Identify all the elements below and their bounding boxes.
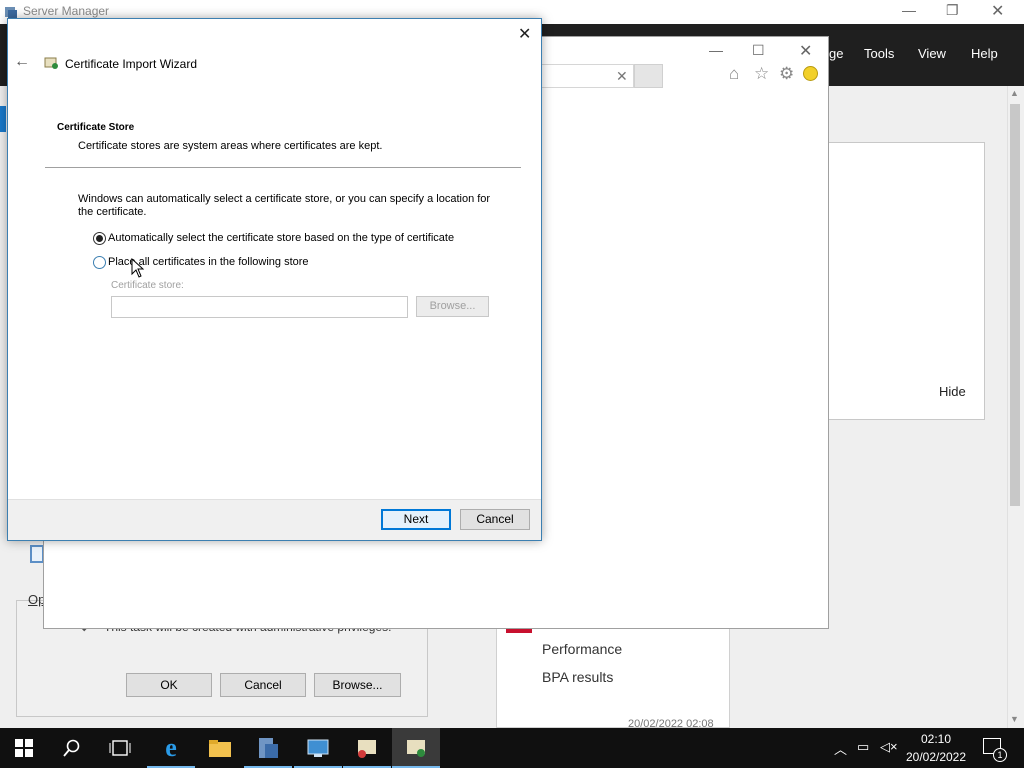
- certificate-import-wizard: [7, 18, 542, 541]
- tab-close-icon[interactable]: ✕: [616, 68, 628, 85]
- ok-button[interactable]: OK: [126, 673, 212, 697]
- home-icon[interactable]: ⌂: [729, 64, 739, 84]
- remote-desktop-icon[interactable]: [294, 728, 342, 768]
- section-heading: Certificate Store: [57, 122, 135, 133]
- task-view-icon[interactable]: [96, 728, 144, 768]
- tile-item-bpa-results[interactable]: BPA results: [542, 669, 613, 685]
- mouse-cursor-icon: [131, 258, 144, 278]
- radio-selected-dot: [96, 235, 103, 242]
- browse-button: Browse...: [416, 296, 489, 317]
- favorites-star-icon[interactable]: ☆: [754, 64, 769, 84]
- file-explorer-icon[interactable]: [196, 728, 244, 768]
- back-arrow-icon[interactable]: ←: [14, 53, 30, 71]
- ie-close-button[interactable]: ✕: [799, 41, 812, 61]
- new-tab-button[interactable]: [634, 64, 663, 88]
- certificate-tool-icon[interactable]: [343, 728, 391, 768]
- certificate-icon: [44, 57, 58, 69]
- sm-restore-button[interactable]: ❐: [946, 2, 959, 19]
- certificate-import-icon[interactable]: [392, 728, 440, 768]
- clock-date[interactable]: 20/02/2022: [900, 750, 972, 764]
- scroll-down-icon[interactable]: ▼: [1010, 714, 1019, 724]
- certificate-store-field: [111, 296, 408, 318]
- certificate-store-label: Certificate store:: [111, 280, 184, 291]
- server-manager-icon: [5, 7, 17, 18]
- radio-auto-select-label[interactable]: Automatically select the certificate sto…: [108, 232, 454, 244]
- task-cancel-button[interactable]: Cancel: [220, 673, 306, 697]
- volume-muted-icon[interactable]: ◁×: [880, 739, 898, 755]
- sm-scroll-thumb[interactable]: [1010, 104, 1020, 506]
- tile-item-performance[interactable]: Performance: [542, 641, 622, 657]
- server-manager-title: Server Manager: [23, 4, 110, 18]
- search-icon[interactable]: [48, 728, 96, 768]
- task-icon: [30, 545, 44, 563]
- sidebar-selected-indicator: [0, 106, 6, 132]
- intro-text: Windows can automatically select a certi…: [78, 193, 491, 218]
- start-icon[interactable]: [0, 728, 48, 768]
- wizard-close-button[interactable]: ✕: [518, 24, 531, 44]
- server-manager-icon[interactable]: [244, 728, 292, 768]
- hide-link[interactable]: Hide: [939, 384, 966, 399]
- network-icon[interactable]: ▭: [857, 739, 869, 755]
- sm-close-button[interactable]: ✕: [991, 1, 1004, 21]
- show-hidden-icons-chevron-icon[interactable]: ︿: [834, 739, 847, 758]
- clock-time[interactable]: 02:10: [906, 732, 966, 746]
- wizard-title: Certificate Import Wizard: [65, 57, 198, 71]
- radio-place-in-store[interactable]: [93, 256, 106, 269]
- ie-minimize-button[interactable]: —: [709, 42, 723, 58]
- internet-explorer-icon[interactable]: e: [147, 728, 195, 768]
- feedback-smiley-icon[interactable]: [803, 66, 818, 81]
- scroll-up-icon[interactable]: ▲: [1010, 88, 1019, 98]
- ie-maximize-button[interactable]: ☐: [752, 42, 765, 59]
- section-description: Certificate stores are system areas wher…: [78, 140, 383, 152]
- notification-count-badge: 1: [993, 748, 1007, 762]
- menu-manage[interactable]: ge: [829, 46, 843, 61]
- cancel-button[interactable]: Cancel: [460, 509, 530, 530]
- sm-minimize-button[interactable]: —: [902, 2, 916, 18]
- menu-help[interactable]: Help: [971, 46, 998, 61]
- settings-gear-icon[interactable]: ⚙: [779, 64, 794, 84]
- task-browse-button[interactable]: Browse...: [314, 673, 401, 697]
- header-divider: [45, 167, 521, 168]
- menu-view[interactable]: View: [918, 46, 946, 61]
- menu-tools[interactable]: Tools: [864, 46, 894, 61]
- welcome-tile: [828, 142, 985, 420]
- next-button[interactable]: Next: [381, 509, 451, 530]
